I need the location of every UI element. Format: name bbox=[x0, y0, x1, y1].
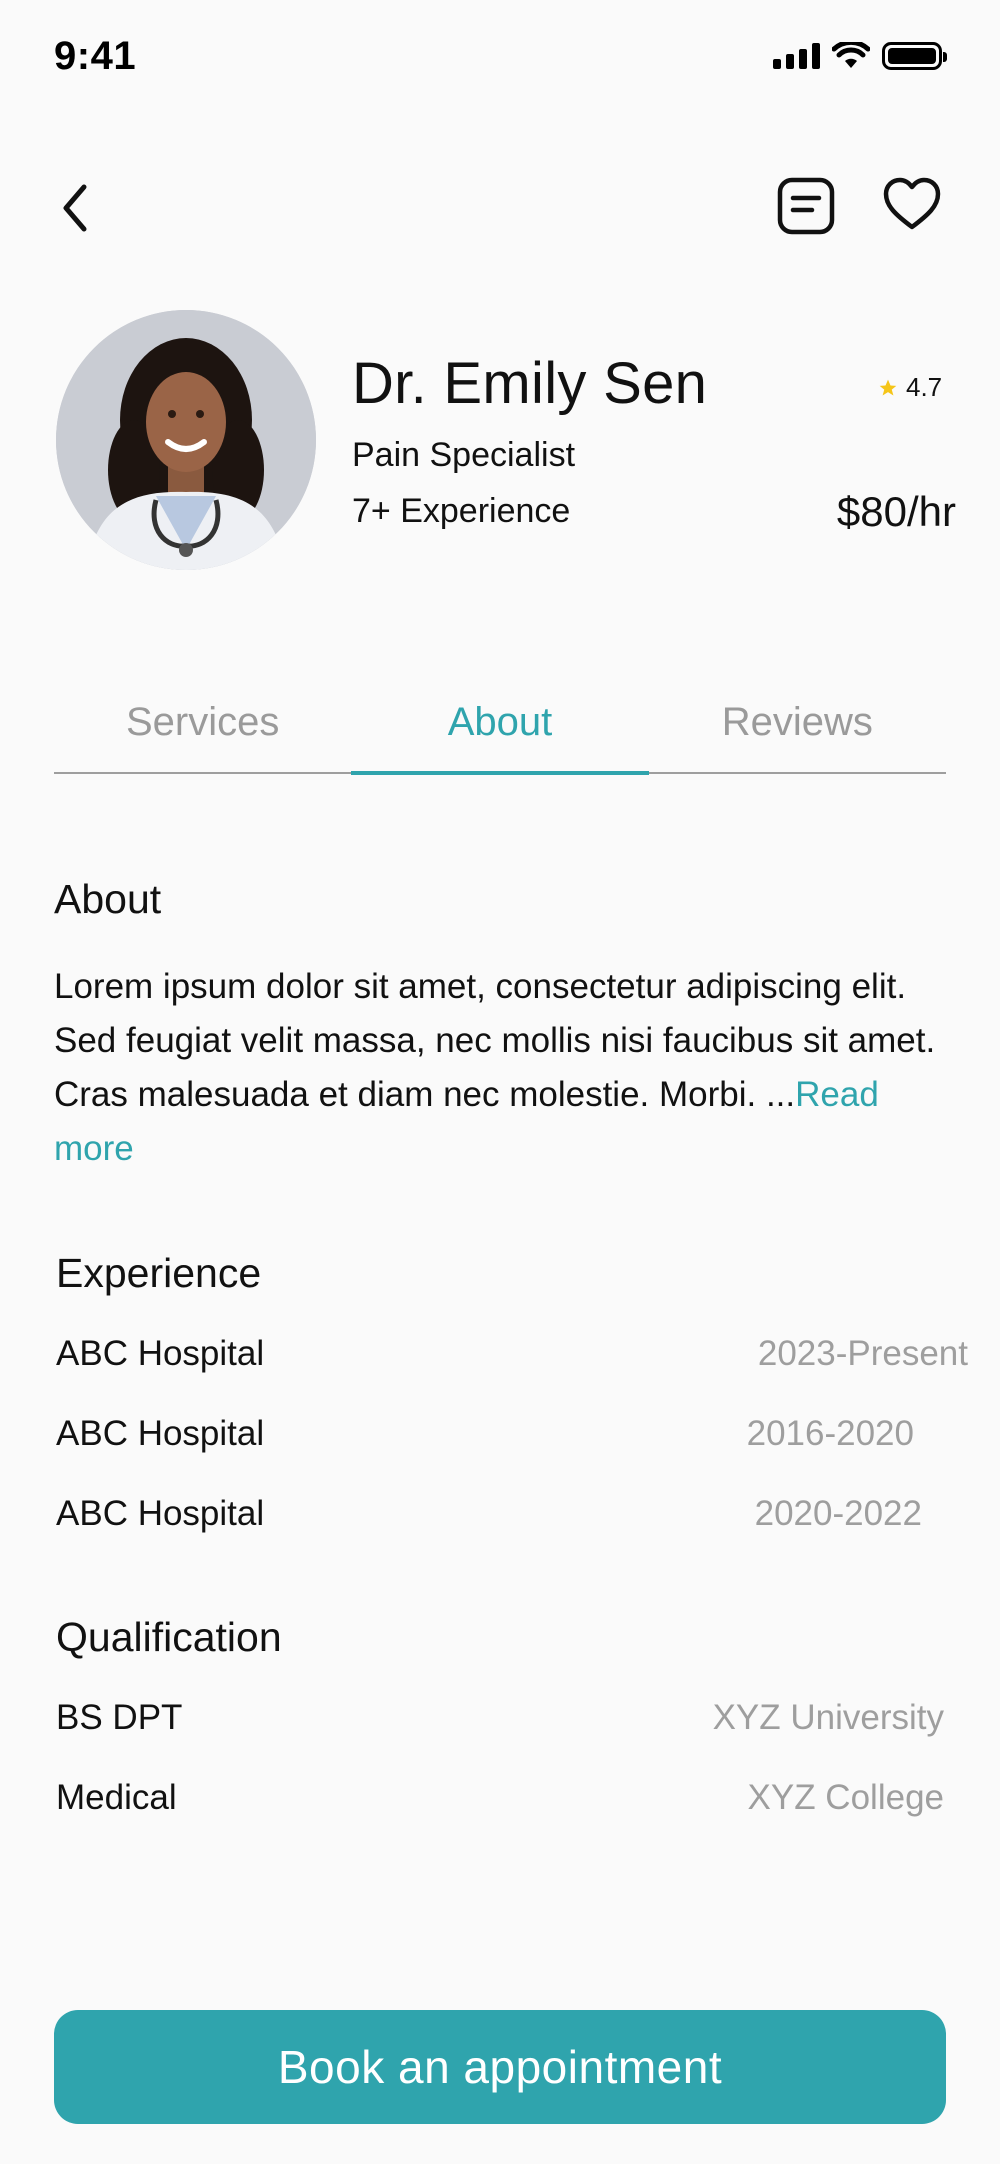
heart-icon bbox=[883, 177, 941, 230]
experience-row: ABC Hospital 2023-Present bbox=[56, 1334, 968, 1374]
status-time: 9:41 bbox=[54, 34, 137, 78]
qualification-row: BS DPT XYZ University bbox=[56, 1698, 944, 1738]
back-button[interactable] bbox=[60, 176, 110, 240]
star-icon bbox=[879, 379, 897, 395]
about-heading: About bbox=[54, 876, 162, 922]
qualification-degree: Medical bbox=[56, 1778, 177, 1817]
experience-period: 2016-2020 bbox=[746, 1414, 914, 1453]
back-chevron-icon bbox=[63, 184, 87, 232]
doctor-avatar bbox=[56, 310, 316, 570]
cellular-signal-icon bbox=[773, 43, 820, 69]
favorite-button[interactable] bbox=[882, 176, 944, 236]
doctor-name: Dr. Emily Sen bbox=[352, 351, 708, 416]
experience-row: ABC Hospital 2016-2020 bbox=[56, 1414, 914, 1454]
rating-value: 4.7 bbox=[906, 372, 943, 402]
status-icons bbox=[773, 42, 947, 70]
book-appointment-button[interactable]: Book an appointment bbox=[54, 2010, 946, 2124]
experience-heading: Experience bbox=[56, 1250, 262, 1296]
doctor-experience: 7+ Experience bbox=[352, 492, 571, 530]
about-text: Lorem ipsum dolor sit amet, consectetur … bbox=[54, 960, 954, 1176]
tab-reviews[interactable]: Reviews bbox=[649, 690, 946, 772]
experience-place: ABC Hospital bbox=[56, 1414, 265, 1453]
notes-icon bbox=[777, 177, 835, 235]
experience-period: 2020-2022 bbox=[754, 1494, 922, 1533]
notes-button[interactable] bbox=[776, 176, 838, 240]
qualification-heading: Qualification bbox=[56, 1614, 282, 1660]
experience-place: ABC Hospital bbox=[56, 1494, 265, 1533]
experience-row: ABC Hospital 2020-2022 bbox=[56, 1494, 922, 1534]
experience-period: 2023-Present bbox=[757, 1334, 968, 1373]
tab-services[interactable]: Services bbox=[54, 690, 351, 772]
doctor-specialty: Pain Specialist bbox=[352, 436, 576, 474]
experience-place: ABC Hospital bbox=[56, 1334, 265, 1373]
profile-tabs: Services About Reviews bbox=[54, 690, 946, 775]
wifi-icon bbox=[832, 42, 870, 68]
hourly-price: $80/hr bbox=[836, 488, 956, 535]
tab-about[interactable]: About bbox=[351, 690, 649, 775]
qualification-row: Medical XYZ College bbox=[56, 1778, 944, 1818]
rating: 4.7 bbox=[878, 372, 942, 403]
qualification-institution: XYZ College bbox=[747, 1778, 944, 1817]
qualification-degree: BS DPT bbox=[56, 1698, 183, 1737]
doctor-profile-screen: 9:41 Dr. Emily Sen 4.7 Pain Specialist 7… bbox=[0, 0, 1000, 2164]
qualification-institution: XYZ University bbox=[712, 1698, 944, 1737]
battery-icon bbox=[882, 42, 947, 70]
